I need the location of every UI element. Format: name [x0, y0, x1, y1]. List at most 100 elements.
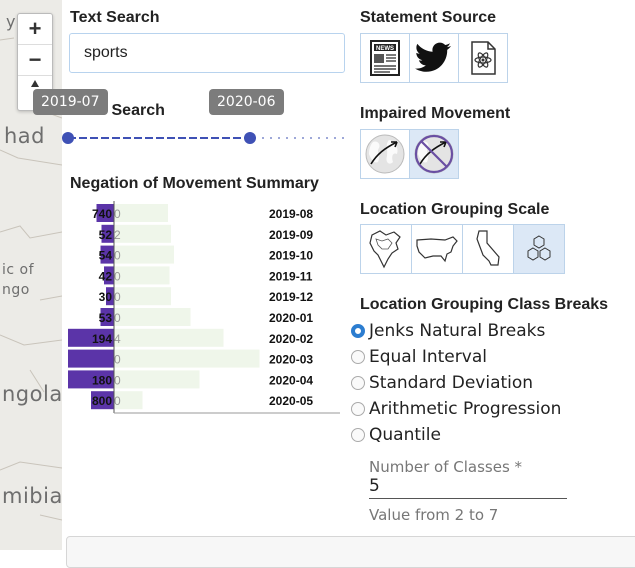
source-twitter-button[interactable]	[409, 33, 459, 83]
text-search-box[interactable]	[69, 33, 345, 73]
text-search-input[interactable]	[82, 43, 336, 63]
twitter-bird-icon	[415, 42, 451, 72]
map-label-3: ic of	[2, 262, 35, 278]
secondary-value-label: 0	[114, 290, 121, 304]
date-label: 2019-09	[269, 228, 313, 242]
statement-source-heading: Statement Source	[360, 9, 497, 26]
scale-continent-button[interactable]	[360, 224, 412, 274]
value-label: 54	[99, 249, 113, 263]
value-label: 30	[99, 290, 113, 304]
scale-state-button[interactable]	[462, 224, 514, 274]
value-label: 52	[99, 228, 113, 242]
radio-jenks-label: Jenks Natural Breaks	[369, 321, 546, 341]
text-search-heading: Text Search	[70, 9, 160, 26]
newspaper-icon: NEWS	[370, 40, 400, 76]
statement-source-group: NEWS	[360, 33, 508, 83]
secondary-value-label: 0	[114, 394, 121, 408]
map-label-5: ngola	[2, 382, 62, 406]
map-label-6: mibia	[2, 484, 62, 508]
right-bar	[114, 349, 260, 368]
num-classes-label: Number of Classes *	[369, 458, 523, 476]
radio-jenks-indicator[interactable]	[351, 324, 365, 338]
date-label: 2019-12	[269, 290, 313, 304]
scale-hexbin-button[interactable]	[513, 224, 565, 274]
bottom-panel	[66, 536, 635, 568]
scale-country-button[interactable]	[411, 224, 463, 274]
north-america-icon	[369, 230, 401, 269]
radio-arithmetic-progression-indicator[interactable]	[351, 402, 365, 416]
right-bar	[114, 266, 170, 285]
globe-arrow-blocked-icon	[414, 134, 454, 174]
num-classes-input[interactable]	[369, 476, 559, 496]
secondary-value-label: 0	[114, 207, 121, 221]
negation-summary-chart: 740 0 2019-0852 2 2019-0954 0 2019-1042 0 2019-1…	[68, 201, 340, 414]
hexagon-grid-icon	[527, 235, 551, 261]
radio-standard-deviation[interactable]: Standard Deviation	[351, 372, 533, 394]
date-label: 2020-05	[269, 394, 313, 408]
right-bar	[114, 245, 174, 264]
location-scale-group	[360, 224, 565, 274]
date-label: 2019-11	[269, 269, 313, 283]
right-bar	[114, 287, 171, 306]
globe-arrow-icon	[365, 134, 405, 174]
north-arrow-icon	[31, 80, 39, 87]
class-breaks-heading: Location Grouping Class Breaks	[360, 296, 609, 313]
secondary-value-label: 2	[114, 228, 121, 242]
usa-map-icon	[416, 236, 458, 263]
date-label: 2020-02	[269, 332, 313, 346]
secondary-value-label: 4	[114, 332, 121, 346]
impaired-movement-heading: Impaired Movement	[360, 105, 511, 122]
source-news-button[interactable]: NEWS	[360, 33, 410, 83]
date-label: 2019-10	[269, 249, 313, 263]
date-label: 2020-04	[269, 373, 313, 387]
time-start-tooltip: 2019-07	[33, 89, 108, 115]
num-classes-helper: Value from 2 to 7	[369, 506, 499, 524]
movement-blocked-button[interactable]	[409, 129, 459, 179]
value-label: 194	[92, 332, 112, 346]
location-scale-heading: Location Grouping Scale	[360, 201, 550, 218]
date-label: 2019-08	[269, 207, 313, 221]
radio-equal-interval-indicator[interactable]	[351, 350, 365, 364]
radio-arithmetic-progression-label: Arithmetic Progression	[369, 399, 562, 419]
time-slider-track[interactable]	[62, 128, 352, 150]
negation-summary-heading: Negation of Movement Summary	[70, 175, 319, 192]
map-label-2: had	[4, 124, 46, 148]
radio-quantile-label: Quantile	[369, 425, 441, 445]
right-bar	[114, 328, 224, 347]
secondary-value-label: 0	[114, 311, 121, 325]
right-bar	[114, 308, 191, 326]
time-slider-start-handle[interactable]	[62, 132, 74, 144]
value-label: 740	[92, 207, 112, 221]
radio-arithmetic-progression[interactable]: Arithmetic Progression	[351, 398, 561, 420]
value-label: 180	[92, 373, 112, 387]
movement-globe-button[interactable]	[360, 129, 410, 179]
radio-jenks[interactable]: Jenks Natural Breaks	[351, 320, 545, 342]
radio-standard-deviation-label: Standard Deviation	[369, 373, 534, 393]
zoom-in-button[interactable]: +	[18, 14, 52, 45]
radio-quantile-indicator[interactable]	[351, 428, 365, 442]
secondary-value-label: 0	[114, 269, 121, 283]
impaired-movement-group	[360, 129, 459, 179]
source-document-button[interactable]	[458, 33, 508, 83]
left-bar	[68, 349, 114, 368]
right-bar	[114, 370, 200, 389]
value-label: 800	[92, 394, 112, 408]
right-bar	[114, 204, 168, 222]
document-atom-icon	[471, 41, 496, 75]
radio-standard-deviation-indicator[interactable]	[351, 376, 365, 390]
num-classes-field[interactable]	[369, 476, 567, 499]
time-end-tooltip: 2020-06	[209, 89, 284, 115]
map-panel[interactable]: y) had ic of ngo ngola mibia + −	[0, 0, 62, 550]
zoom-out-button[interactable]: −	[18, 45, 52, 76]
value-label: 53	[99, 311, 113, 325]
radio-equal-interval[interactable]: Equal Interval	[351, 346, 487, 368]
svg-text:NEWS: NEWS	[376, 46, 394, 52]
map-label-4: ngo	[2, 282, 30, 298]
date-label: 2020-01	[269, 311, 313, 325]
secondary-value-label: 0	[114, 249, 121, 263]
secondary-value-label: 0	[114, 353, 121, 367]
radio-quantile[interactable]: Quantile	[351, 424, 441, 446]
california-icon	[476, 230, 500, 266]
date-label: 2020-03	[269, 353, 313, 367]
value-label: 42	[99, 269, 113, 283]
